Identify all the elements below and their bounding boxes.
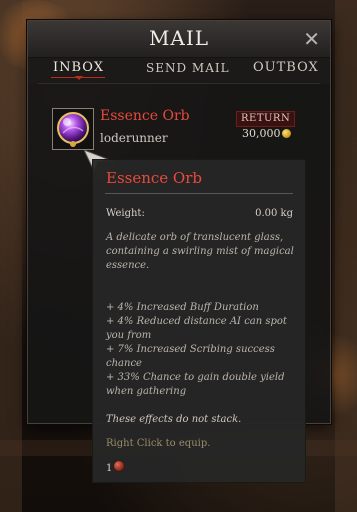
tab-outbox[interactable]: OUTBOX: [253, 60, 319, 75]
effect-line: + 4% Reduced distance AI can spot you fr…: [106, 316, 287, 341]
item-count-value: 1: [106, 463, 113, 474]
close-icon[interactable]: ✕: [303, 27, 320, 51]
background-beam: [0, 0, 22, 512]
background-beam: [335, 0, 357, 512]
gold-coin-icon: [281, 129, 291, 138]
item-count: 1: [106, 460, 126, 474]
mail-item-name: Essence Orb: [100, 108, 190, 124]
weight-value: 0.00 kg: [255, 208, 293, 219]
item-slot[interactable]: [52, 108, 94, 150]
mail-list-item[interactable]: Essence Orb loderunner RETURN 30,000: [28, 107, 330, 165]
tab-inbox[interactable]: INBOX: [53, 60, 104, 75]
active-tab-marker: [75, 76, 83, 80]
equip-hint: Right Click to equip.: [106, 438, 211, 449]
window-title: MAIL: [148, 26, 210, 50]
mail-price: 30,000: [242, 127, 291, 140]
essence-orb-icon: [57, 112, 89, 147]
tab-send-mail[interactable]: SEND MAIL: [146, 61, 230, 75]
return-button[interactable]: RETURN: [236, 111, 296, 127]
effect-line: + 33% Chance to gain double yield when g…: [106, 372, 285, 397]
item-count-icon: [113, 460, 126, 472]
item-tooltip: Essence Orb Weight: 0.00 kg A delicate o…: [92, 159, 306, 483]
effect-line: + 7% Increased Scribing success chance: [106, 344, 275, 369]
tab-bar: INBOX SEND MAIL OUTBOX: [28, 58, 330, 84]
tooltip-divider: [105, 193, 293, 194]
title-bar: MAIL ✕: [28, 21, 330, 58]
weight-label: Weight:: [106, 208, 145, 219]
tooltip-title: Essence Orb: [106, 169, 202, 187]
price-value: 30,000: [242, 127, 281, 140]
item-effects: + 4% Increased Buff Duration + 4% Reduce…: [106, 301, 296, 399]
mail-sender: loderunner: [100, 131, 168, 145]
stack-note: These effects do not stack.: [106, 414, 242, 425]
divider: [38, 83, 320, 84]
effect-line: + 4% Increased Buff Duration: [106, 302, 259, 313]
item-description: A delicate orb of translucent glass, con…: [106, 232, 294, 271]
